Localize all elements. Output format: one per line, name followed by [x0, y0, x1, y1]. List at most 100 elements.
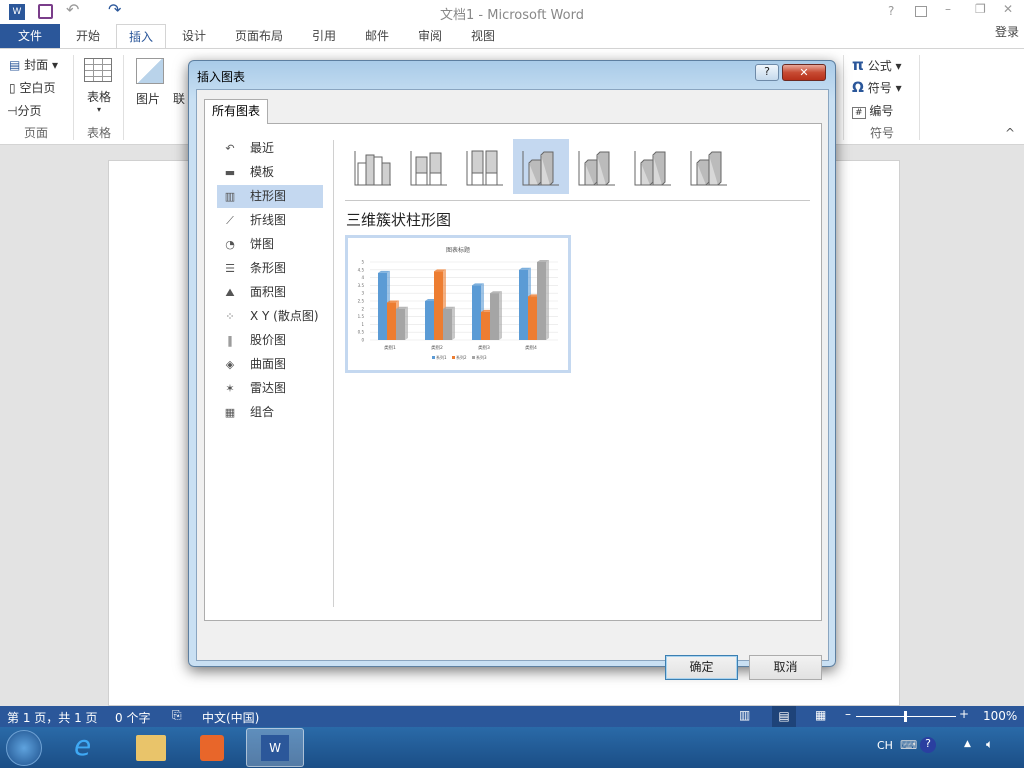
tab-home[interactable]: 开始	[62, 24, 114, 48]
chart-category-item[interactable]: ⛰ 面积图	[217, 281, 323, 304]
x-tick-label: 类别1	[384, 344, 396, 351]
chart-category-item[interactable]: ▥ 柱形图	[217, 185, 323, 208]
bar	[387, 302, 396, 340]
chart-category-label: 最近	[250, 141, 275, 155]
chart-category-item[interactable]: ✶ 雷达图	[217, 377, 323, 400]
legend-swatch	[452, 356, 455, 359]
tab-references[interactable]: 引用	[300, 24, 348, 48]
keyboard-icon[interactable]: ⌨	[900, 738, 917, 752]
tab-mailings[interactable]: 邮件	[353, 24, 401, 48]
cancel-button[interactable]: 取消	[749, 655, 822, 680]
pi-icon: π	[852, 56, 864, 74]
zoom-in-button[interactable]: +	[959, 707, 969, 721]
chart-category-item[interactable]: ‖ 股价图	[217, 329, 323, 352]
tab-view[interactable]: 视图	[459, 24, 507, 48]
3d-clustered-column-icon[interactable]	[513, 139, 569, 194]
tab-file[interactable]: 文件	[0, 24, 60, 48]
chart-preview[interactable]: 图表标题 0 0.5 1 1.5 2 2.5 3 3.5 4 4.5 5 类别1 类别2 类别3 类别4 系列1…	[345, 235, 571, 373]
chart-category-label: 面积图	[250, 285, 287, 299]
tab-design[interactable]: 设计	[170, 24, 218, 48]
explorer-icon[interactable]	[136, 735, 166, 761]
chart-panel: ↶ 最近 ▬ 模板 ▥ 柱形图 ⟋ 折线图 ◔ 饼图 ☰ 条形图 ⛰ 面积图 ⁘ X Y (散点图) ‖ 股价图 ◈…	[204, 123, 822, 621]
read-mode-icon[interactable]: ▥	[739, 708, 750, 722]
equation-button[interactable]: π 公式 ▾	[852, 56, 902, 74]
ime-indicator[interactable]: CH	[877, 739, 893, 752]
table-button[interactable]: 表格 ▾	[84, 58, 114, 114]
3d-column-icon[interactable]	[681, 139, 737, 194]
3d-100-stacked-column-icon[interactable]	[625, 139, 681, 194]
number-button[interactable]: # 编号	[852, 102, 893, 119]
picture-button[interactable]: 图片	[136, 58, 164, 107]
stacked-column-icon[interactable]	[401, 139, 457, 194]
tab-review[interactable]: 审阅	[406, 24, 454, 48]
sign-in-link[interactable]: 登录	[990, 20, 1024, 44]
symbol-button[interactable]: Ω 符号 ▾	[852, 79, 902, 96]
page-break-icon: ⊣	[7, 104, 18, 118]
volume-icon[interactable]: 🔈︎	[986, 737, 993, 752]
zoom-level[interactable]: 100%	[983, 709, 1017, 723]
page-count[interactable]: 第 1 页，共 1 页	[7, 709, 98, 726]
tab-insert[interactable]: 插入	[116, 24, 166, 49]
y-tick-label: 5	[361, 260, 364, 265]
chart-category-label: 饼图	[250, 237, 275, 251]
chart-category-item[interactable]: ▬ 模板	[217, 161, 323, 184]
chart-category-item[interactable]: ⟋ 折线图	[217, 209, 323, 232]
y-tick-label: 4	[361, 275, 364, 280]
chart-category-icon: ◈	[225, 358, 235, 371]
cover-page-button[interactable]: ▤ 封面 ▾	[9, 56, 58, 73]
chart-category-icon: ⛰	[225, 286, 235, 299]
chart-category-icon: ▥	[224, 190, 236, 203]
chart-category-item[interactable]: ◔ 饼图	[217, 233, 323, 256]
tab-layout[interactable]: 页面布局	[224, 24, 294, 48]
language[interactable]: 中文(中国)	[202, 709, 259, 726]
chart-category-label: 条形图	[250, 261, 287, 275]
help-tray-icon[interactable]: ?	[920, 737, 936, 753]
web-layout-icon[interactable]: ▦	[815, 708, 826, 722]
dialog-help-button[interactable]: ?	[755, 64, 779, 81]
zoom-slider-thumb[interactable]	[904, 711, 907, 722]
proofing-icon[interactable]: ⎘	[172, 708, 182, 723]
chart-category-item[interactable]: ◈ 曲面图	[217, 353, 323, 376]
minimize-button[interactable]: –	[945, 2, 951, 16]
online-picture-button[interactable]: 联	[173, 90, 185, 107]
window-title: 文档1 - Microsoft Word	[440, 8, 584, 23]
start-button-icon[interactable]	[6, 730, 42, 766]
bar	[481, 311, 490, 340]
group-table-label: 表格	[87, 126, 112, 140]
blank-page-button[interactable]: ▯ 空白页	[9, 79, 55, 96]
insert-chart-dialog: 插入图表 ? ✕ 所有图表 ↶ 最近 ▬ 模板 ▥ 柱形图 ⟋ 折线图 ◔ 饼图 ☰ 条形图 ⛰ 面积图 ⁘…	[188, 60, 836, 680]
page-break-button[interactable]: ⊣分页	[7, 102, 41, 119]
blank-page-icon: ▯	[9, 81, 16, 95]
y-tick-label: 2	[361, 306, 364, 311]
chart-category-item[interactable]: ▦ 组合	[217, 401, 323, 424]
chart-category-label: 柱形图	[250, 189, 287, 203]
collapse-ribbon-icon[interactable]: ^	[1005, 126, 1015, 140]
zoom-out-button[interactable]: –	[845, 707, 851, 721]
cover-label: 封面	[24, 58, 49, 72]
help-button[interactable]: ?	[888, 4, 894, 18]
100-stacked-column-icon[interactable]	[457, 139, 513, 194]
picture-icon	[136, 58, 164, 84]
tab-all-charts[interactable]: 所有图表	[204, 99, 268, 124]
show-hidden-icons[interactable]: ▲	[964, 739, 971, 749]
zoom-slider[interactable]	[856, 711, 956, 722]
chart-category-item[interactable]: ☰ 条形图	[217, 257, 323, 280]
dialog-close-button[interactable]: ✕	[782, 64, 826, 81]
ok-button[interactable]: 确定	[665, 655, 738, 680]
omega-icon: Ω	[852, 80, 864, 96]
3d-stacked-column-icon[interactable]	[569, 139, 625, 194]
word-taskbar-button[interactable]: W	[246, 728, 304, 767]
media-player-icon[interactable]	[200, 735, 224, 761]
print-layout-icon[interactable]: ▤	[772, 706, 796, 727]
ie-icon[interactable]: e	[74, 729, 91, 762]
chart-title: 图表标题	[446, 246, 470, 254]
chart-category-item[interactable]: ⁘ X Y (散点图)	[217, 305, 323, 328]
close-button[interactable]: ✕	[1003, 2, 1013, 16]
chart-category-item[interactable]: ↶ 最近	[217, 137, 323, 160]
bar-side	[546, 260, 549, 340]
restore-button[interactable]: ❐	[975, 2, 986, 16]
clustered-column-icon[interactable]	[345, 139, 401, 194]
word-count[interactable]: 0 个字	[115, 709, 150, 726]
y-tick-label: 1	[361, 322, 364, 327]
ribbon-display-button[interactable]	[915, 6, 927, 17]
